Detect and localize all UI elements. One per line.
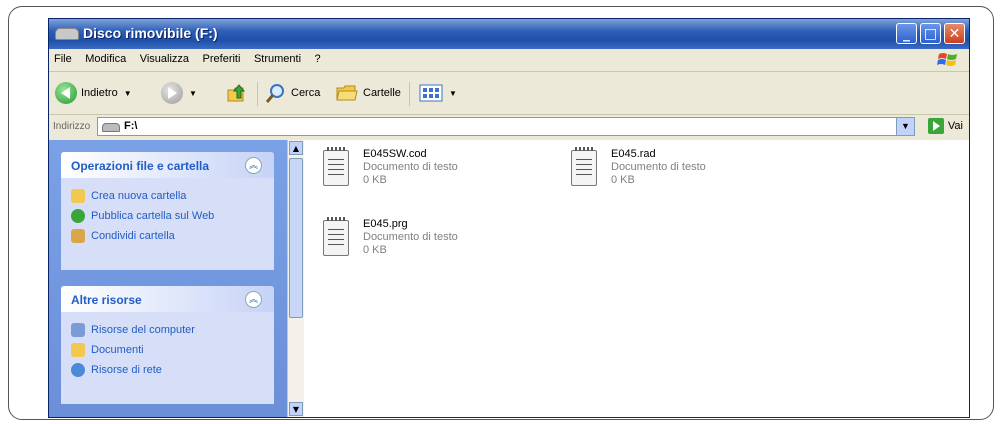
chevron-down-icon: ▼	[449, 88, 457, 98]
documents-folder-icon	[71, 343, 85, 357]
menu-visualizza[interactable]: Visualizza	[135, 49, 194, 69]
file-name: E045.rad	[611, 148, 656, 160]
address-value: F:\	[124, 120, 138, 132]
task-label: Crea nuova cartella	[91, 190, 187, 202]
globe-icon	[71, 209, 85, 223]
removable-drive-icon	[55, 28, 79, 40]
link-documents[interactable]: Documenti	[61, 340, 274, 360]
search-button[interactable]: Cerca	[265, 80, 320, 106]
maximize-button[interactable]: □	[920, 23, 941, 44]
task-publish-web[interactable]: Pubblica cartella sul Web	[61, 206, 274, 226]
computer-icon	[71, 323, 85, 337]
views-icon	[419, 84, 443, 102]
task-label: Condividi cartella	[91, 230, 175, 242]
folder-icon	[71, 189, 85, 203]
link-network[interactable]: Risorse di rete	[61, 360, 274, 380]
folders-icon	[336, 85, 358, 101]
file-size: 0 KB	[611, 174, 635, 186]
link-label: Documenti	[91, 344, 144, 356]
other-places-panel: Altre risorse ︽ Risorse del computer Doc…	[61, 286, 274, 404]
address-bar: Indirizzo F:\ ▼ Vai	[49, 115, 969, 139]
up-folder-button[interactable]	[225, 80, 247, 106]
back-button[interactable]: Indietro ▼	[55, 80, 132, 106]
forward-arrow-icon	[161, 82, 183, 104]
file-folder-tasks-panel: Operazioni file e cartella ︽ Crea nuova …	[61, 152, 274, 270]
menu-bar: File Modifica Visualizza Preferiti Strum…	[49, 49, 969, 72]
scroll-thumb[interactable]	[289, 158, 303, 318]
chevron-down-icon: ▼	[123, 88, 132, 98]
shared-folder-icon	[71, 229, 85, 243]
chevron-down-icon: ▼	[189, 88, 197, 98]
file-type: Documento di testo	[611, 161, 706, 173]
explorer-window: Disco rimovibile (F:) _ □ ✕ File Modific…	[48, 18, 970, 418]
network-icon	[71, 363, 85, 377]
file-name: E045SW.cod	[363, 148, 427, 160]
task-pane-scrollbar[interactable]: ▲ ▼	[287, 140, 304, 417]
forward-button[interactable]: ▼	[161, 80, 197, 106]
folders-label: Cartelle	[363, 87, 401, 99]
address-input[interactable]: F:\ ▼	[97, 117, 915, 136]
file-item[interactable]: E045.prg Documento di testo 0 KB	[323, 217, 458, 257]
scroll-down-button[interactable]: ▼	[289, 402, 303, 416]
windows-logo-icon	[937, 53, 957, 66]
text-document-icon	[323, 217, 349, 256]
text-document-icon	[323, 147, 349, 186]
go-label: Vai	[947, 120, 963, 132]
folders-button[interactable]: Cartelle	[335, 80, 401, 106]
content-area: Operazioni file e cartella ︽ Crea nuova …	[49, 140, 969, 417]
address-label: Indirizzo	[53, 121, 91, 132]
collapse-chevron-icon[interactable]: ︽	[245, 291, 262, 308]
task-new-folder[interactable]: Crea nuova cartella	[61, 186, 274, 206]
views-button[interactable]: ▼	[419, 80, 457, 106]
title-bar[interactable]: Disco rimovibile (F:) _ □ ✕	[49, 19, 969, 49]
search-label: Cerca	[291, 87, 321, 99]
menu-strumenti[interactable]: Strumenti	[249, 49, 306, 69]
file-size: 0 KB	[363, 244, 387, 256]
drive-icon	[102, 123, 120, 132]
menu-modifica[interactable]: Modifica	[80, 49, 131, 69]
back-arrow-icon	[55, 82, 77, 104]
search-icon	[265, 84, 284, 103]
toolbar-separator	[409, 82, 410, 106]
minimize-button[interactable]: _	[896, 23, 917, 44]
panel-title: Altre risorse	[71, 293, 142, 307]
file-name: E045.prg	[363, 218, 408, 230]
file-size: 0 KB	[363, 174, 387, 186]
panel-title: Operazioni file e cartella	[71, 159, 210, 173]
menu-help[interactable]: ?	[310, 49, 326, 69]
collapse-chevron-icon[interactable]: ︽	[245, 157, 262, 174]
menu-file[interactable]: File	[49, 49, 77, 69]
toolbar-separator	[257, 82, 258, 106]
file-item[interactable]: E045SW.cod Documento di testo 0 KB	[323, 147, 458, 187]
panel-header[interactable]: Operazioni file e cartella ︽	[61, 152, 274, 178]
link-label: Risorse del computer	[91, 324, 195, 336]
close-button[interactable]: ✕	[944, 23, 965, 44]
file-item[interactable]: E045.rad Documento di testo 0 KB	[571, 147, 706, 187]
file-type: Documento di testo	[363, 231, 458, 243]
panel-header[interactable]: Altre risorse ︽	[61, 286, 274, 312]
up-folder-icon	[227, 84, 246, 102]
window-title: Disco rimovibile (F:)	[83, 25, 218, 41]
toolbar: Indietro ▼ ▼ Cerca Cartelle ▼	[49, 72, 969, 115]
back-label: Indietro	[81, 87, 118, 99]
file-list: E045SW.cod Documento di testo 0 KB E045.…	[311, 140, 969, 417]
go-arrow-icon	[927, 118, 944, 134]
link-label: Risorse di rete	[91, 364, 162, 376]
link-my-computer[interactable]: Risorse del computer	[61, 320, 274, 340]
text-document-icon	[571, 147, 597, 186]
file-type: Documento di testo	[363, 161, 458, 173]
scroll-up-button[interactable]: ▲	[289, 141, 303, 155]
go-button[interactable]: Vai	[927, 118, 963, 134]
address-dropdown-button[interactable]: ▼	[896, 118, 914, 135]
task-share-folder[interactable]: Condividi cartella	[61, 226, 274, 246]
task-pane: Operazioni file e cartella ︽ Crea nuova …	[49, 140, 287, 417]
menu-preferiti[interactable]: Preferiti	[198, 49, 246, 69]
task-label: Pubblica cartella sul Web	[91, 210, 215, 222]
